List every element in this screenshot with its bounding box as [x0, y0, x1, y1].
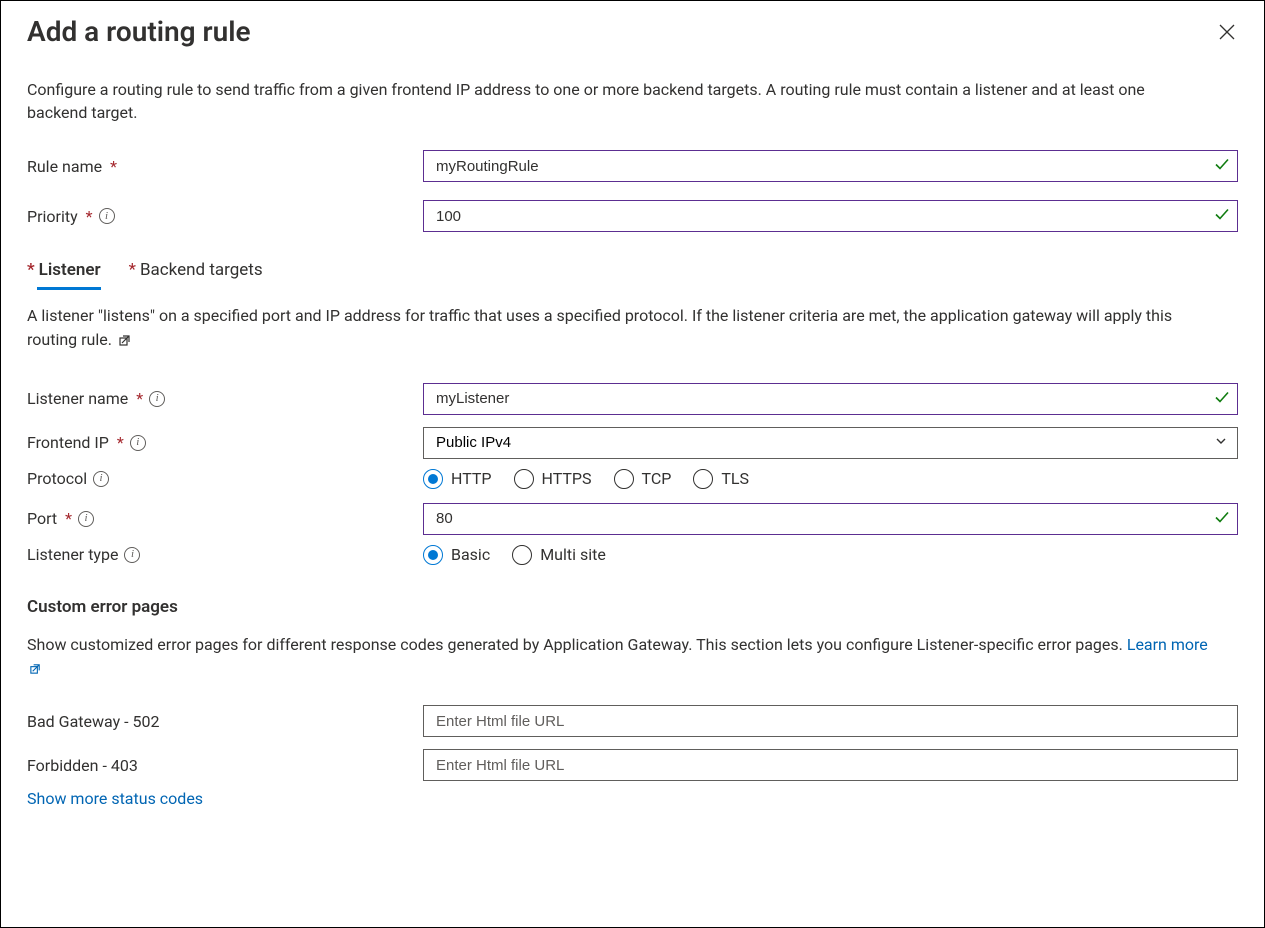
required-indicator: *	[110, 157, 117, 176]
radio-icon	[512, 545, 532, 565]
tab-backend-targets[interactable]: *Backend targets	[129, 256, 263, 290]
listener-type-multisite-radio[interactable]: Multi site	[512, 545, 606, 565]
info-icon[interactable]: i	[99, 208, 115, 224]
protocol-http-radio[interactable]: HTTP	[423, 469, 492, 489]
routing-rule-panel: Add a routing rule Configure a routing r…	[0, 0, 1265, 928]
info-icon[interactable]: i	[149, 391, 165, 407]
close-icon	[1218, 23, 1236, 41]
radio-icon	[514, 469, 534, 489]
info-icon[interactable]: i	[124, 547, 140, 563]
protocol-https-radio[interactable]: HTTPS	[514, 469, 592, 489]
bad-gateway-input[interactable]	[423, 705, 1238, 737]
frontend-ip-select[interactable]: Public IPv4	[423, 427, 1238, 459]
required-indicator: *	[65, 509, 72, 528]
protocol-radio-group: HTTP HTTPS TCP TLS	[423, 465, 1238, 493]
intro-text: Configure a routing rule to send traffic…	[27, 78, 1207, 124]
priority-input[interactable]	[423, 200, 1238, 232]
required-indicator: *	[136, 389, 143, 408]
port-label: Port* i	[27, 509, 423, 528]
rule-name-label: Rule name*	[27, 157, 423, 176]
panel-title: Add a routing rule	[27, 15, 251, 48]
tabs: *Listener *Backend targets	[27, 256, 1238, 290]
info-icon[interactable]: i	[93, 471, 109, 487]
listener-name-label: Listener name* i	[27, 389, 423, 408]
external-link-icon[interactable]	[118, 330, 132, 353]
required-indicator: *	[27, 260, 35, 280]
listener-type-label: Listener type i	[27, 545, 423, 564]
listener-type-basic-radio[interactable]: Basic	[423, 545, 490, 565]
external-link-icon	[29, 658, 42, 681]
required-indicator: *	[129, 260, 136, 280]
close-button[interactable]	[1216, 21, 1238, 43]
listener-name-input[interactable]	[423, 383, 1238, 415]
info-icon[interactable]: i	[78, 511, 94, 527]
radio-icon	[423, 545, 443, 565]
show-more-status-codes-link[interactable]: Show more status codes	[27, 789, 203, 808]
bad-gateway-label: Bad Gateway - 502	[27, 712, 423, 731]
forbidden-input[interactable]	[423, 749, 1238, 781]
radio-icon	[423, 469, 443, 489]
listener-type-radio-group: Basic Multi site	[423, 541, 1238, 569]
frontend-ip-label: Frontend IP* i	[27, 433, 423, 452]
rule-name-input[interactable]	[423, 150, 1238, 182]
port-input[interactable]	[423, 503, 1238, 535]
forbidden-label: Forbidden - 403	[27, 756, 423, 775]
listener-description: A listener "listens" on a specified port…	[27, 304, 1217, 352]
radio-icon	[614, 469, 634, 489]
protocol-tcp-radio[interactable]: TCP	[614, 469, 672, 489]
info-icon[interactable]: i	[130, 435, 146, 451]
custom-error-description: Show customized error pages for differen…	[27, 633, 1217, 681]
radio-icon	[693, 469, 713, 489]
priority-label: Priority* i	[27, 207, 423, 226]
required-indicator: *	[117, 433, 124, 452]
tab-listener[interactable]: *Listener	[27, 256, 101, 290]
protocol-label: Protocol i	[27, 469, 423, 488]
protocol-tls-radio[interactable]: TLS	[693, 469, 749, 489]
custom-error-heading: Custom error pages	[27, 597, 1238, 617]
required-indicator: *	[86, 207, 93, 226]
